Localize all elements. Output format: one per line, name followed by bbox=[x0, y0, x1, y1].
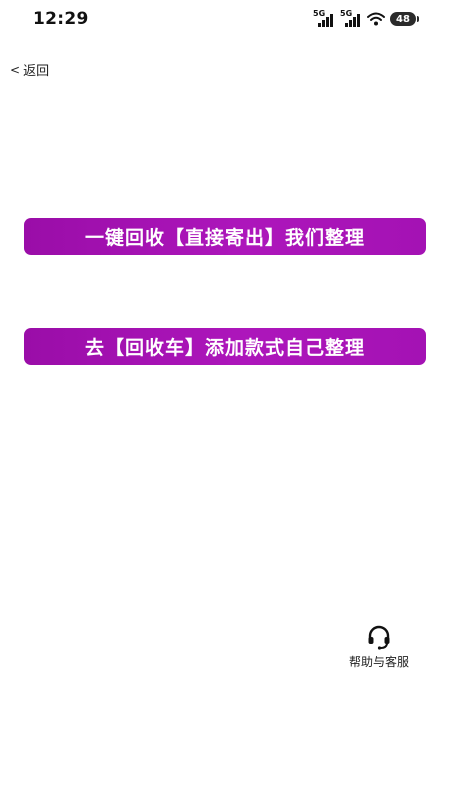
one-key-recycle-button[interactable]: 一键回收【直接寄出】我们整理 bbox=[24, 218, 426, 255]
help-label: 帮助与客服 bbox=[348, 655, 409, 669]
one-key-recycle-label: 一键回收【直接寄出】我们整理 bbox=[84, 227, 365, 249]
status-icons: 5G 5G 48 bbox=[313, 9, 419, 29]
back-chevron-icon: < bbox=[10, 62, 21, 77]
battery-level: 48 bbox=[396, 13, 410, 25]
back-button[interactable]: < 返回 bbox=[10, 60, 50, 80]
status-bar: 12:29 5G 5G 48 bbox=[0, 0, 450, 40]
signal-icon: 5G bbox=[340, 9, 362, 28]
recycle-cart-button[interactable]: 去【回收车】添加款式自己整理 bbox=[24, 328, 426, 365]
status-time: 12:29 bbox=[33, 9, 89, 29]
wifi-icon bbox=[367, 12, 385, 26]
recycle-cart-label: 去【回收车】添加款式自己整理 bbox=[84, 337, 365, 359]
signal-icon: 5G bbox=[313, 9, 335, 28]
back-label: 返回 bbox=[23, 64, 50, 79]
help-service-button[interactable]: 帮助与客服 bbox=[340, 624, 418, 670]
app-screen: 12:29 5G 5G 48 < 返回 一键回收【直接寄出】我们整理 去【回收车… bbox=[0, 0, 450, 800]
battery-icon: 48 bbox=[390, 12, 419, 26]
headset-icon bbox=[368, 625, 390, 650]
